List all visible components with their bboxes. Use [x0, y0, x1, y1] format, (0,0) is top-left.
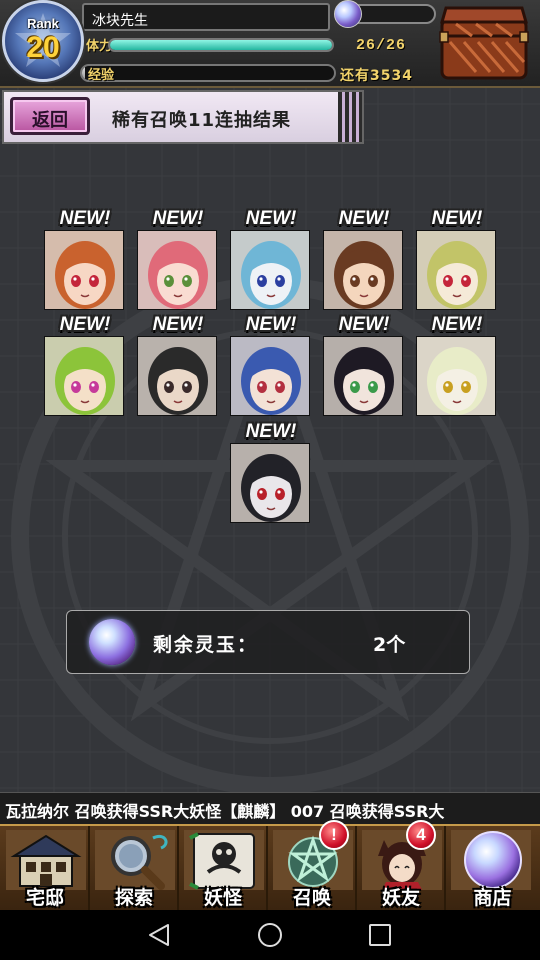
bottom-nav: 宅邸 探索 妖怪 召唤 ! 妖友 4 商店 — [0, 820, 540, 910]
notification-badge: 4 — [406, 820, 436, 850]
remaining-label: 剩余灵玉： — [153, 634, 259, 656]
nav-item-friends[interactable]: 妖友 4 — [358, 820, 446, 910]
new-badge: NEW! — [431, 314, 483, 335]
status-header: 冰块先生 2 体力 26/26 经验 还有3534 Rank 20 — [0, 0, 540, 88]
summon-result-card[interactable]: NEW! — [230, 208, 310, 312]
summon-result-card[interactable]: NEW! — [230, 314, 310, 418]
treasure-chest-icon[interactable] — [436, 2, 532, 82]
nav-item-yokai[interactable]: 妖怪 — [180, 826, 268, 910]
character-portrait — [137, 230, 217, 310]
ticker-text: 瓦拉纳尔 召唤获得SSR大妖怪【麒麟】 007 召唤获得SSR大 — [5, 802, 445, 821]
nav-item-shop[interactable]: 商店 — [447, 826, 538, 910]
exp-fill — [82, 66, 85, 80]
player-name: 冰块先生 — [92, 13, 148, 29]
yokai-scroll-icon — [184, 830, 264, 890]
character-portrait — [230, 230, 310, 310]
remaining-value: 2个 — [373, 634, 406, 656]
character-portrait — [230, 336, 310, 416]
rank-badge[interactable]: Rank 20 — [2, 0, 84, 82]
character-portrait — [44, 336, 124, 416]
recents-square-icon[interactable] — [367, 922, 393, 948]
summon-result-card[interactable]: NEW! — [416, 208, 496, 312]
nav-label: 召唤 — [292, 887, 331, 909]
nav-item-explore[interactable]: 探索 — [91, 826, 179, 910]
new-badge: NEW! — [338, 314, 390, 335]
summon-result-card[interactable]: NEW! — [44, 208, 124, 312]
exp-bar — [80, 64, 336, 82]
new-badge: NEW! — [152, 314, 204, 335]
new-badge: NEW! — [245, 208, 297, 229]
mansion-icon — [6, 830, 86, 890]
title-bar-ornament — [338, 92, 362, 142]
new-badge: NEW! — [338, 208, 390, 229]
back-triangle-icon[interactable] — [146, 922, 172, 948]
spirit-jade-icon — [89, 619, 135, 665]
gem-icon — [334, 0, 362, 28]
nav-item-summon[interactable]: 召唤 ! — [269, 820, 357, 910]
remaining-jade-panel: 剩余灵玉： 2个 — [66, 610, 470, 674]
summon-result-card[interactable]: NEW! — [137, 208, 217, 312]
new-badge: NEW! — [152, 208, 204, 229]
back-button-label: 返回 — [32, 110, 68, 131]
nav-label: 商店 — [473, 887, 512, 909]
home-circle-icon[interactable] — [257, 922, 283, 948]
character-portrait — [416, 230, 496, 310]
system-navigation-bar — [0, 910, 540, 960]
nav-label: 妖友 — [381, 887, 420, 909]
character-portrait — [323, 336, 403, 416]
summon-result-card[interactable]: NEW! — [230, 421, 310, 525]
nav-label: 妖怪 — [203, 887, 242, 909]
player-name-bar[interactable]: 冰块先生 — [82, 3, 330, 31]
summon-result-card[interactable]: NEW! — [416, 314, 496, 418]
summon-result-card[interactable]: NEW! — [137, 314, 217, 418]
rank-value: 20 — [26, 31, 60, 64]
announcement-ticker: 瓦拉纳尔 召唤获得SSR大妖怪【麒麟】 007 召唤获得SSR大 — [0, 792, 540, 824]
nav-label: 宅邸 — [25, 887, 64, 909]
summon-result-screen: 冰块先生 2 体力 26/26 经验 还有3534 Rank 20 — [0, 0, 540, 910]
magnifier-icon — [95, 830, 175, 890]
notification-badge: ! — [319, 820, 349, 850]
rank-label: Rank — [27, 16, 59, 31]
character-portrait — [44, 230, 124, 310]
summon-result-card[interactable]: NEW! — [44, 314, 124, 418]
summon-result-card[interactable]: NEW! — [323, 208, 403, 312]
page-title: 稀有召唤11连抽结果 — [112, 110, 292, 131]
nav-label: 探索 — [114, 887, 153, 909]
exp-remaining: 还有3534 — [340, 68, 413, 84]
stamina-value: 26/26 — [356, 37, 407, 54]
character-portrait — [137, 336, 217, 416]
character-portrait — [323, 230, 403, 310]
nav-item-mansion[interactable]: 宅邸 — [2, 826, 90, 910]
character-portrait — [230, 443, 310, 523]
new-badge: NEW! — [245, 314, 297, 335]
exp-label: 经验 — [88, 68, 115, 83]
crystal-orb-icon — [451, 830, 531, 890]
stamina-bar — [108, 38, 334, 52]
new-badge: NEW! — [245, 421, 297, 442]
title-bar: 返回 稀有召唤11连抽结果 — [2, 90, 364, 144]
stamina-fill — [110, 40, 332, 50]
summon-result-card[interactable]: NEW! — [323, 314, 403, 418]
new-badge: NEW! — [59, 314, 111, 335]
back-button[interactable]: 返回 — [10, 97, 90, 135]
new-badge: NEW! — [431, 208, 483, 229]
new-badge: NEW! — [59, 208, 111, 229]
character-portrait — [416, 336, 496, 416]
